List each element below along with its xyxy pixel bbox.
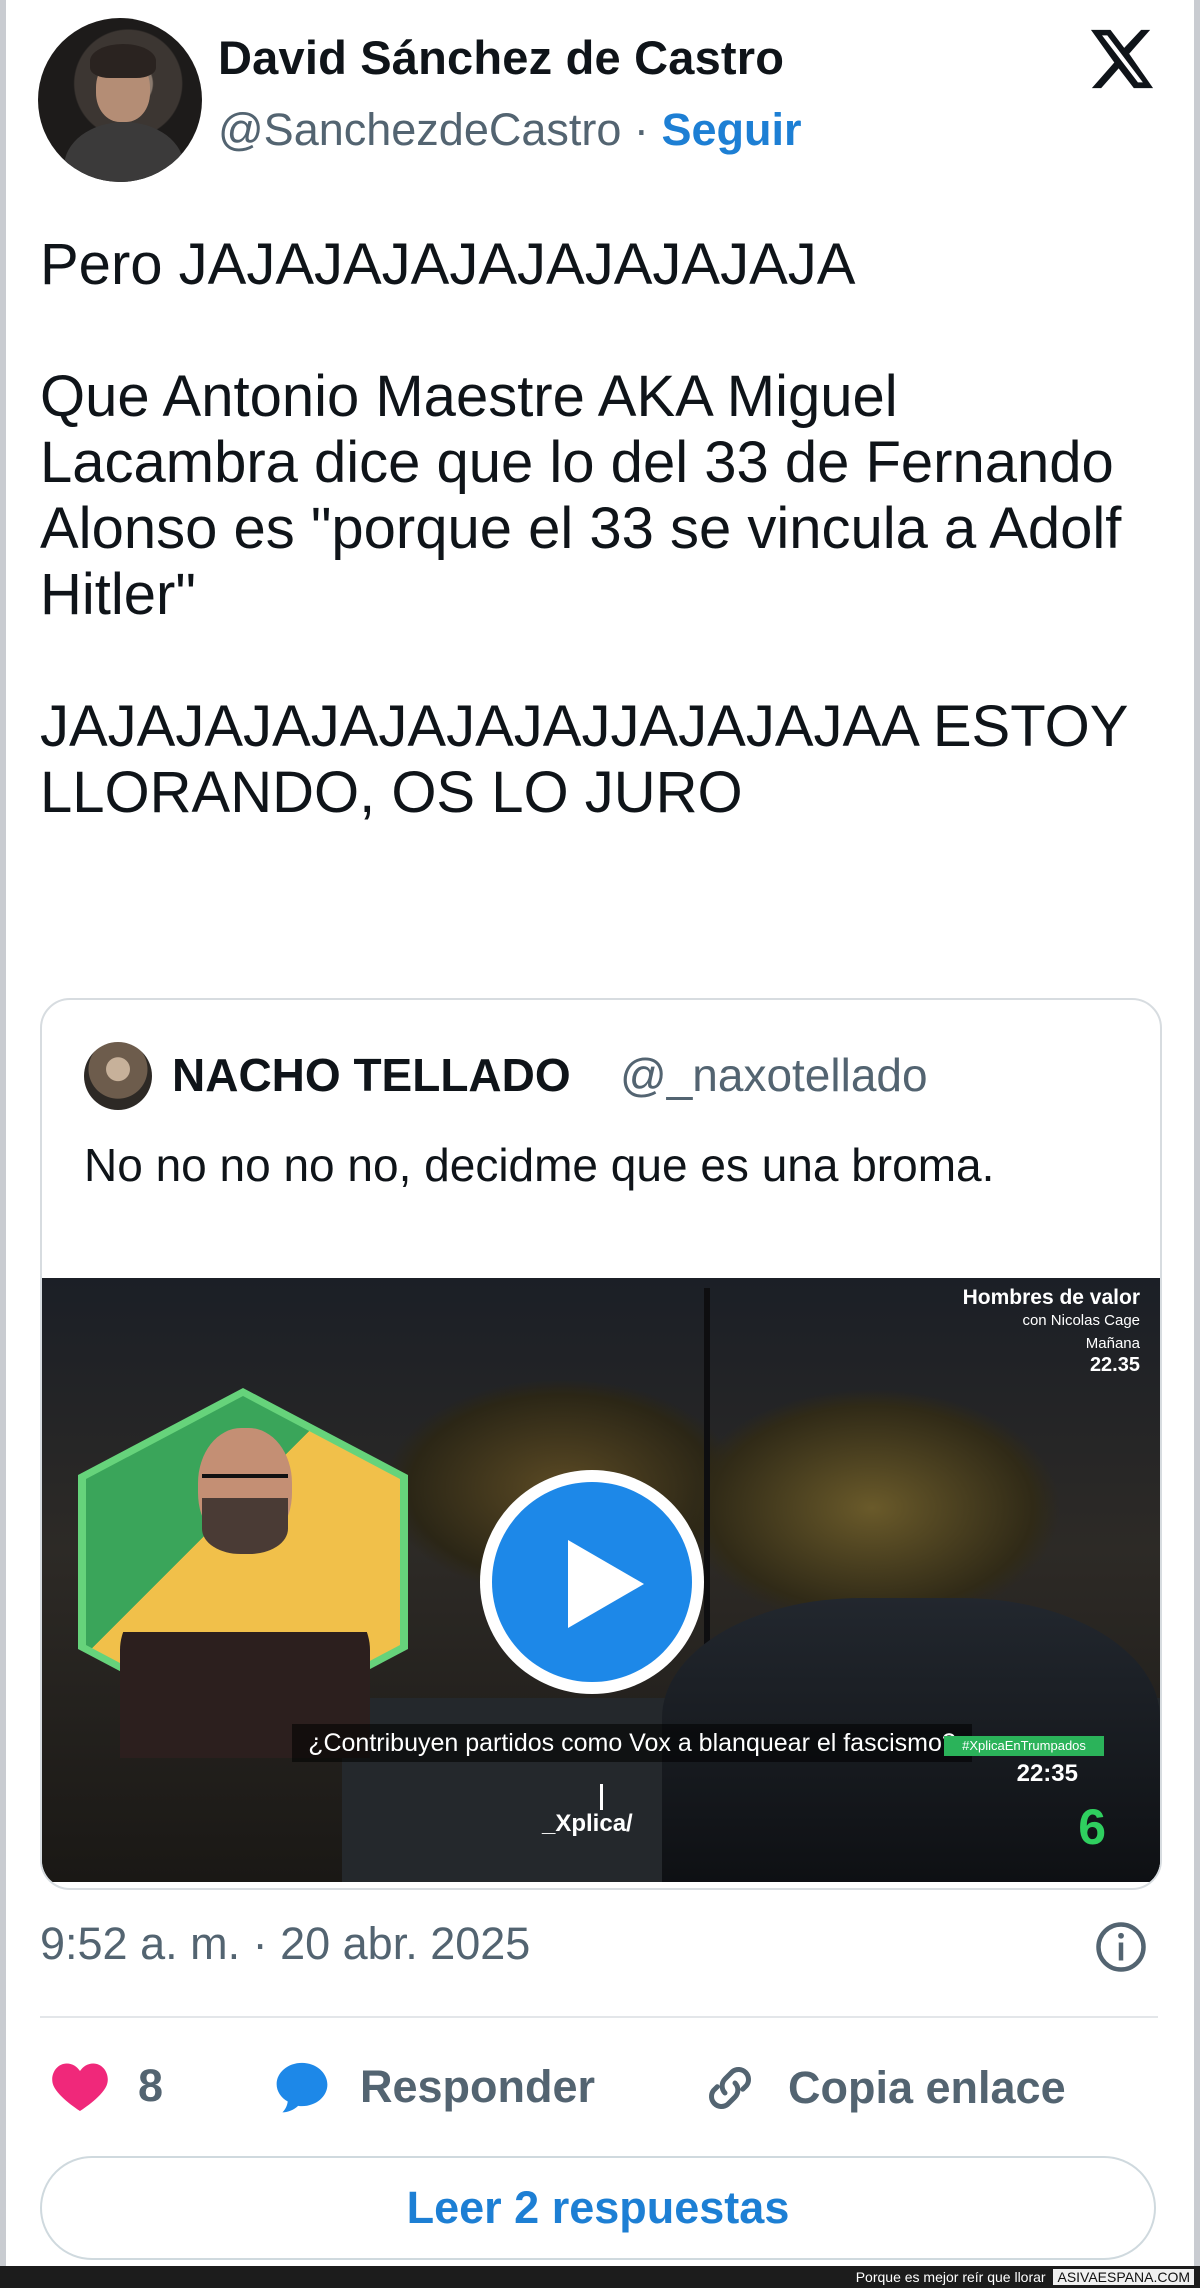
promo-title: Hombres de valor bbox=[962, 1286, 1140, 1309]
left-border bbox=[0, 0, 6, 2266]
watermark-footer: Porque es mejor reír que llorar ASIVAESP… bbox=[0, 2266, 1200, 2288]
copy-link-button[interactable]: Copia enlace bbox=[700, 2058, 1066, 2118]
quoted-tweet[interactable]: NACHO TELLADO @_naxotellado No no no no … bbox=[40, 998, 1162, 1890]
footer-tagline: Porque es mejor reír que llorar bbox=[855, 2269, 1046, 2285]
copy-link-label: Copia enlace bbox=[788, 2062, 1066, 2113]
heart-icon bbox=[52, 2063, 108, 2111]
quoted-name[interactable]: NACHO TELLADO bbox=[172, 1048, 571, 1102]
handle-separator: · bbox=[633, 104, 649, 155]
reply-label: Responder bbox=[360, 2061, 596, 2112]
speech-bubble-icon bbox=[276, 2062, 328, 2113]
brand-divider bbox=[600, 1784, 603, 1810]
reply-button[interactable]: Responder bbox=[272, 2058, 595, 2116]
avatar-hair bbox=[90, 44, 156, 78]
channel-logo: 6 bbox=[1078, 1799, 1106, 1855]
promo-time: 22.35 bbox=[1089, 1354, 1140, 1376]
video-clock: 22:35 bbox=[1016, 1760, 1078, 1787]
avatar-body bbox=[64, 122, 184, 182]
read-replies-button[interactable]: Leer 2 respuestas bbox=[40, 2156, 1156, 2260]
author-handle-row: @SanchezdeCastro · Seguir bbox=[218, 104, 801, 156]
quoted-handle[interactable]: @_naxotellado bbox=[620, 1048, 928, 1102]
follow-button[interactable]: Seguir bbox=[661, 104, 801, 155]
video-streetlight bbox=[704, 1288, 710, 1668]
host-beard bbox=[202, 1498, 288, 1554]
link-icon bbox=[709, 2067, 751, 2109]
promo-subtitle: con Nicolas Cage bbox=[1022, 1312, 1140, 1329]
author-avatar[interactable] bbox=[38, 18, 202, 182]
promo-overlay: Hombres de valor con Nicolas Cage Mañana… bbox=[890, 1286, 1140, 1377]
quoted-avatar[interactable] bbox=[84, 1042, 152, 1110]
video-caption: ¿Contribuyen partidos como Vox a blanque… bbox=[292, 1724, 972, 1762]
tweet-card: David Sánchez de Castro @SanchezdeCastro… bbox=[0, 0, 1200, 2266]
tweet-text: Pero JAJAJAJAJAJAJAJAJAJA Que Antonio Ma… bbox=[40, 232, 1128, 825]
tweet-timestamp[interactable]: 9:52 a. m. · 20 abr. 2025 bbox=[40, 1918, 530, 1970]
author-name[interactable]: David Sánchez de Castro bbox=[218, 30, 784, 85]
promo-when: Mañana bbox=[1085, 1335, 1140, 1352]
show-brand: _Xplica/ bbox=[542, 1810, 633, 1837]
right-border bbox=[1194, 0, 1200, 2266]
video-player[interactable]: Hombres de valor con Nicolas Cage Mañana… bbox=[42, 1278, 1160, 1882]
actions-divider bbox=[40, 2016, 1158, 2018]
footer-site[interactable]: ASIVAESPANA.COM bbox=[1053, 2269, 1194, 2285]
video-tree bbox=[682, 1388, 1062, 1628]
like-count: 8 bbox=[138, 2060, 164, 2111]
host-glasses bbox=[202, 1474, 288, 1494]
like-button[interactable]: 8 bbox=[50, 2058, 163, 2114]
play-icon[interactable] bbox=[568, 1540, 644, 1628]
quoted-text: No no no no no, decidme que es una broma… bbox=[84, 1139, 995, 1191]
video-hashtag: #XplicaEnTrumpados bbox=[944, 1736, 1104, 1756]
info-icon[interactable] bbox=[1094, 1920, 1148, 1974]
author-handle[interactable]: @SanchezdeCastro bbox=[218, 104, 621, 155]
x-logo-icon[interactable] bbox=[1086, 24, 1156, 94]
